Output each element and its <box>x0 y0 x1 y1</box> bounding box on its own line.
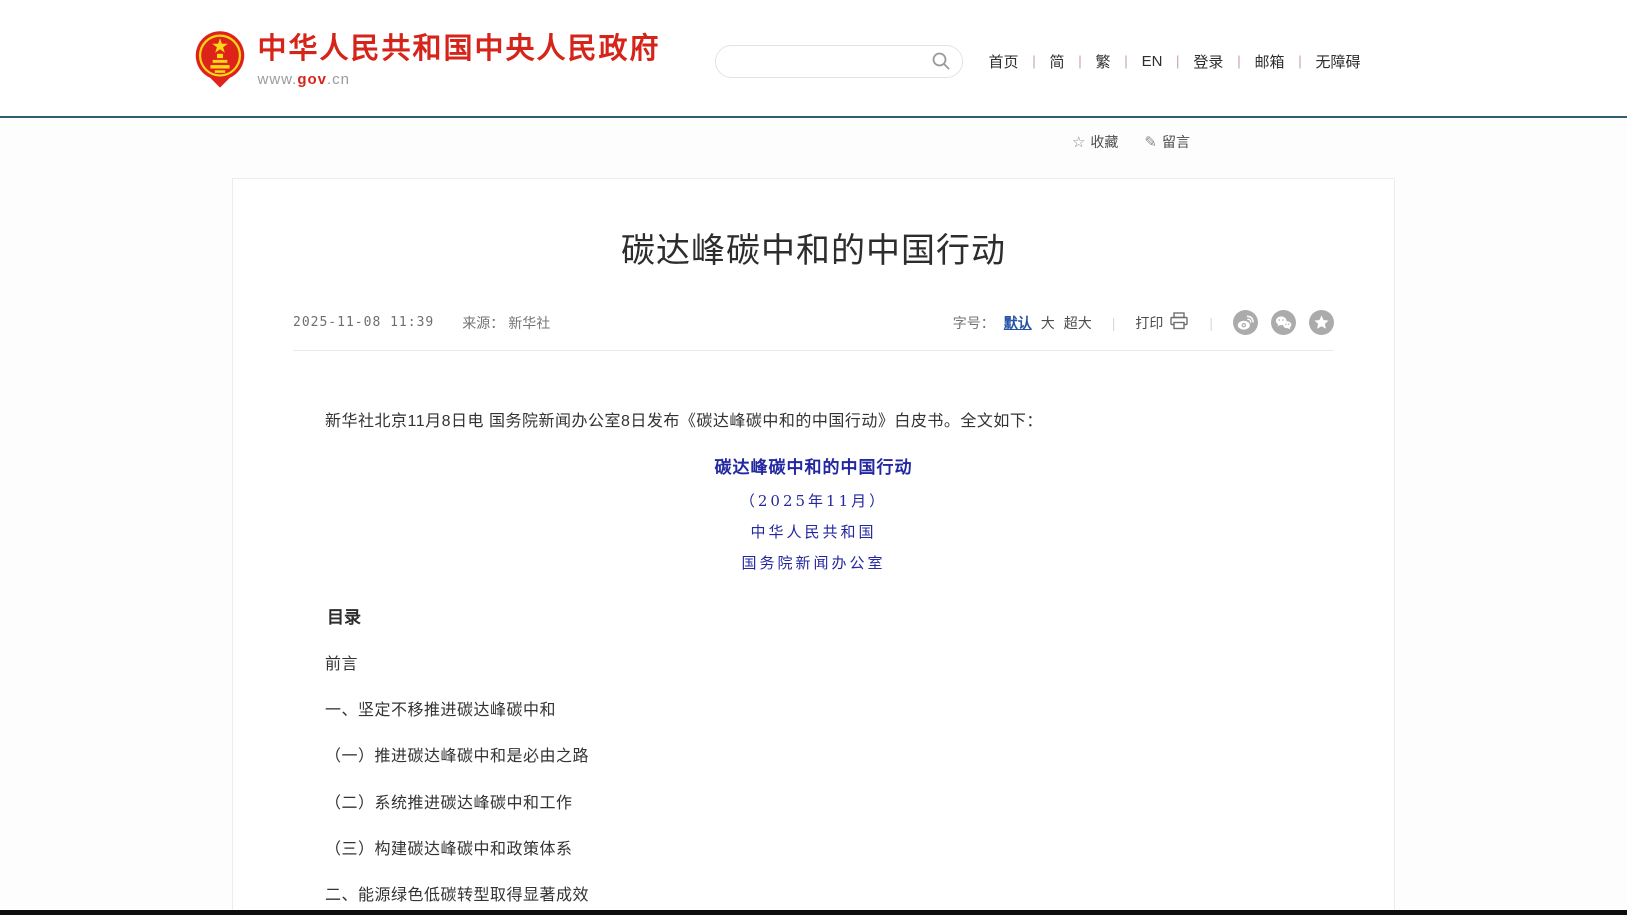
star-outline-icon: ☆ <box>1072 133 1085 151</box>
search-box <box>715 45 963 78</box>
search-input[interactable] <box>732 53 930 69</box>
publish-date: 2025-11-08 11:39 <box>293 315 434 330</box>
nav-traditional[interactable]: 繁 <box>1087 51 1120 72</box>
font-size-label: 字号： <box>953 313 995 333</box>
comment-label: 留言 <box>1162 132 1190 152</box>
toc-heading: 目录 <box>293 608 1334 628</box>
site-header: 中华人民共和国中央人民政府 www.gov.cn 首页｜ 简｜ 繁｜ EN｜ 登… <box>0 0 1627 118</box>
toc-item: （二）系统推进碳达峰碳中和工作 <box>293 794 1334 813</box>
source-label: 来源： <box>462 313 504 333</box>
nav-separator: ｜ <box>1120 52 1133 71</box>
site-url-suffix: .cn <box>327 71 350 88</box>
print-label: 打印 <box>1135 313 1163 333</box>
site-url: www.gov.cn <box>258 71 661 88</box>
comment-button[interactable]: ✎ 留言 <box>1144 132 1190 152</box>
document-heading-block: 碳达峰碳中和的中国行动 （2025年11月） 中华人民共和国 国务院新闻办公室 <box>293 458 1334 571</box>
site-url-gov: gov <box>297 71 327 88</box>
nav-separator: ｜ <box>1074 52 1087 71</box>
article-body: 新华社北京11月8日电 国务院新闻办公室8日发布《碳达峰碳中和的中国行动》白皮书… <box>293 412 1334 915</box>
font-size-default-button[interactable]: 默认 <box>1004 313 1032 333</box>
article-card: 碳达峰碳中和的中国行动 2025-11-08 11:39 来源： 新华社 字号：… <box>232 178 1395 915</box>
nav-accessibility[interactable]: 无障碍 <box>1306 51 1369 72</box>
favorite-share-icon[interactable] <box>1309 310 1334 335</box>
document-author-line2: 国务院新闻办公室 <box>293 554 1334 572</box>
article-actions-row: ☆ 收藏 ✎ 留言 <box>232 118 1395 152</box>
nav-home[interactable]: 首页 <box>979 51 1027 72</box>
viewport-bottom-bar <box>0 910 1627 915</box>
nav-separator: ｜ <box>1293 52 1306 71</box>
nav-mail[interactable]: 邮箱 <box>1245 51 1293 72</box>
site-url-prefix: www. <box>258 71 298 88</box>
wechat-share-icon[interactable] <box>1271 310 1296 335</box>
toc-item: 二、能源绿色低碳转型取得显著成效 <box>293 886 1334 905</box>
pencil-icon: ✎ <box>1144 133 1157 151</box>
nav-separator: ｜ <box>1027 52 1040 71</box>
source-value: 新华社 <box>508 313 550 333</box>
national-emblem-logo <box>194 30 246 93</box>
site-title: 中华人民共和国中央人民政府 <box>258 34 661 66</box>
weibo-share-icon[interactable] <box>1233 310 1258 335</box>
font-size-large-button[interactable]: 大 <box>1041 313 1055 333</box>
document-title: 碳达峰碳中和的中国行动 <box>293 458 1334 478</box>
nav-simplified[interactable]: 简 <box>1041 51 1074 72</box>
article-meta-row: 2025-11-08 11:39 来源： 新华社 字号： 默认 大 超大 | 打… <box>293 310 1334 351</box>
divider-pipe: | <box>1209 315 1213 331</box>
share-icons-group <box>1233 310 1334 335</box>
divider-pipe: | <box>1112 315 1116 331</box>
page-title: 碳达峰碳中和的中国行动 <box>233 223 1394 272</box>
nav-separator: ｜ <box>1171 52 1184 71</box>
lead-paragraph: 新华社北京11月8日电 国务院新闻办公室8日发布《碳达峰碳中和的中国行动》白皮书… <box>293 412 1334 431</box>
printer-icon <box>1169 312 1189 333</box>
document-author-line1: 中华人民共和国 <box>293 523 1334 541</box>
nav-login[interactable]: 登录 <box>1184 51 1232 72</box>
nav-separator: ｜ <box>1232 52 1245 71</box>
favorite-label: 收藏 <box>1090 132 1118 152</box>
favorite-button[interactable]: ☆ 收藏 <box>1072 132 1118 152</box>
document-date: （2025年11月） <box>293 492 1334 510</box>
search-icon[interactable] <box>930 50 952 72</box>
toc-item: （三）构建碳达峰碳中和政策体系 <box>293 840 1334 859</box>
toc-item: （一）推进碳达峰碳中和是必由之路 <box>293 747 1334 766</box>
print-button[interactable]: 打印 <box>1135 312 1189 333</box>
font-size-xlarge-button[interactable]: 超大 <box>1064 313 1092 333</box>
top-nav: 首页｜ 简｜ 繁｜ EN｜ 登录｜ 邮箱｜ 无障碍 <box>979 51 1369 72</box>
toc-item: 前言 <box>293 655 1334 674</box>
nav-english[interactable]: EN <box>1133 53 1172 70</box>
toc-item: 一、坚定不移推进碳达峰碳中和 <box>293 701 1334 720</box>
site-identity: 中华人民共和国中央人民政府 www.gov.cn <box>258 34 661 88</box>
